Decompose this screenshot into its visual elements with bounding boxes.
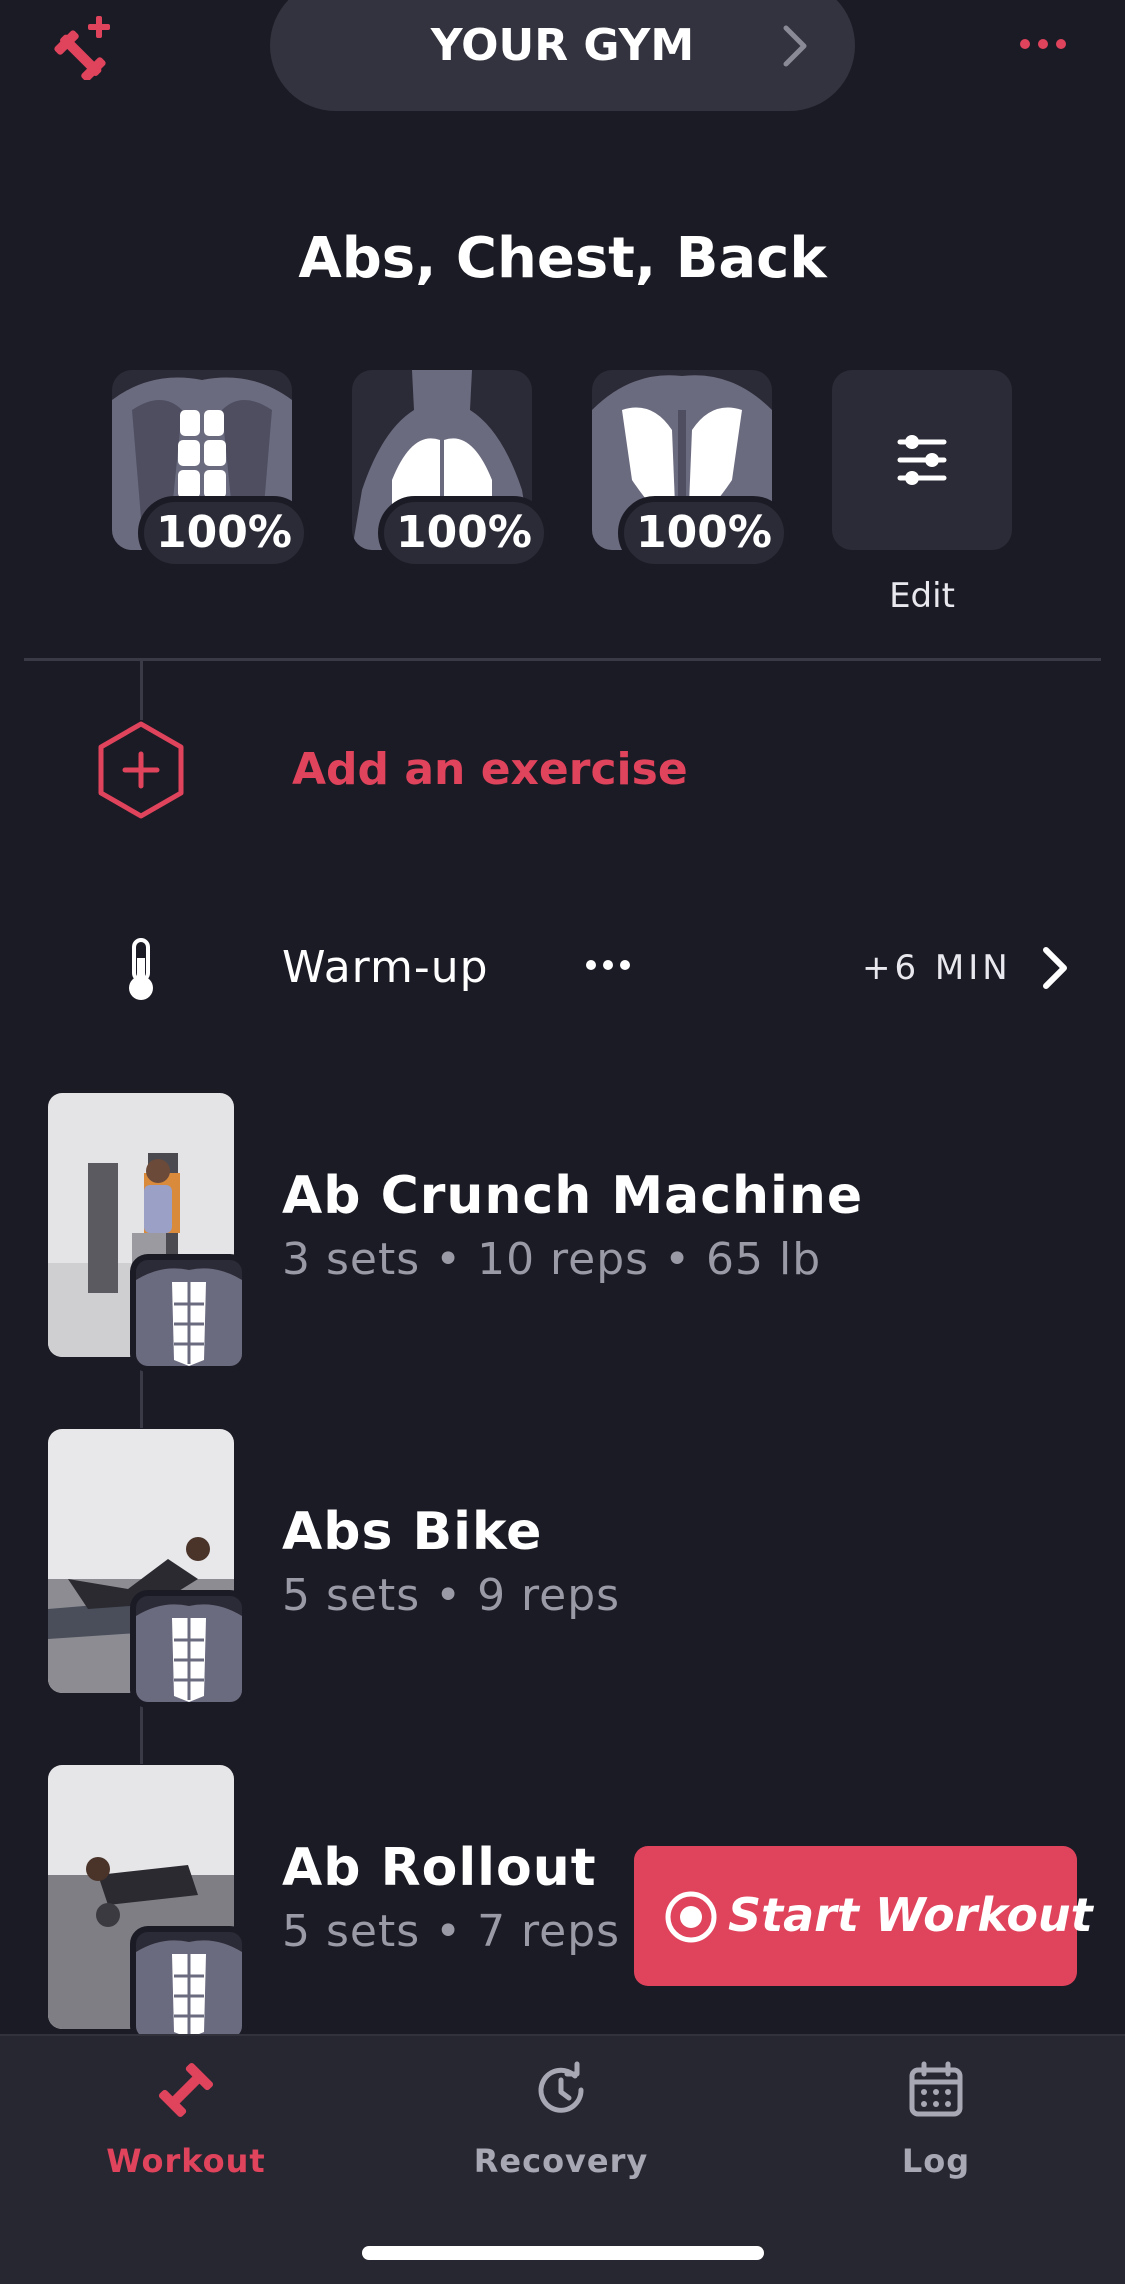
timeline-line	[140, 660, 143, 720]
start-workout-label: Start Workout	[728, 1888, 1093, 1942]
exercise-muscle-badge	[130, 1254, 248, 1372]
workout-title: Abs, Chest, Back	[298, 226, 827, 291]
dumbbell-icon	[158, 2062, 214, 2118]
add-exercise-icon[interactable]	[96, 720, 186, 820]
chevron-right-icon	[783, 25, 807, 67]
edit-label: Edit	[889, 576, 955, 616]
exercise-muscle-badge	[130, 1926, 248, 2044]
exercise-detail: 5 sets • 7 reps	[282, 1906, 621, 1957]
sliders-icon	[897, 435, 947, 485]
recovery-badge-chest: 100%	[378, 496, 550, 570]
add-workout-icon[interactable]	[52, 14, 118, 80]
exercise-detail: 5 sets • 9 reps	[282, 1570, 621, 1621]
abs-muscle-icon	[136, 1940, 242, 2038]
tab-log[interactable]: Log	[806, 2060, 1066, 2180]
record-icon	[665, 1891, 717, 1943]
add-exercise-button[interactable]: Add an exercise	[292, 744, 688, 795]
exercise-name[interactable]: Abs Bike	[282, 1502, 542, 1562]
abs-muscle-icon	[136, 1604, 242, 1702]
gym-selector-label: YOUR GYM	[430, 20, 695, 71]
thermometer-icon	[129, 938, 153, 1000]
abs-muscle-icon	[136, 1268, 242, 1366]
recovery-badge-back: 100%	[618, 496, 790, 570]
warmup-time: +6 MIN	[862, 948, 1012, 988]
calendar-icon	[909, 2061, 963, 2117]
tab-log-label: Log	[901, 2142, 971, 2180]
warmup-label[interactable]: Warm-up	[282, 942, 489, 993]
exercise-detail: 3 sets • 10 reps • 65 lb	[282, 1234, 822, 1285]
more-horizontal-icon[interactable]	[584, 958, 632, 972]
recovery-badge-abs: 100%	[138, 496, 310, 570]
tab-workout-label: Workout	[106, 2142, 266, 2180]
chevron-right-icon[interactable]	[1040, 944, 1072, 992]
home-indicator[interactable]	[362, 2246, 764, 2260]
clock-refresh-icon	[538, 2061, 584, 2113]
divider	[24, 658, 1101, 661]
tab-recovery-label: Recovery	[473, 2142, 649, 2180]
edit-muscles-button[interactable]	[832, 370, 1012, 550]
exercise-muscle-badge	[130, 1590, 248, 1708]
exercise-name[interactable]: Ab Crunch Machine	[282, 1166, 863, 1226]
exercise-name[interactable]: Ab Rollout	[282, 1838, 597, 1898]
more-horizontal-icon[interactable]	[1018, 36, 1068, 52]
tab-workout[interactable]: Workout	[56, 2060, 316, 2180]
tab-recovery[interactable]: Recovery	[431, 2060, 691, 2180]
